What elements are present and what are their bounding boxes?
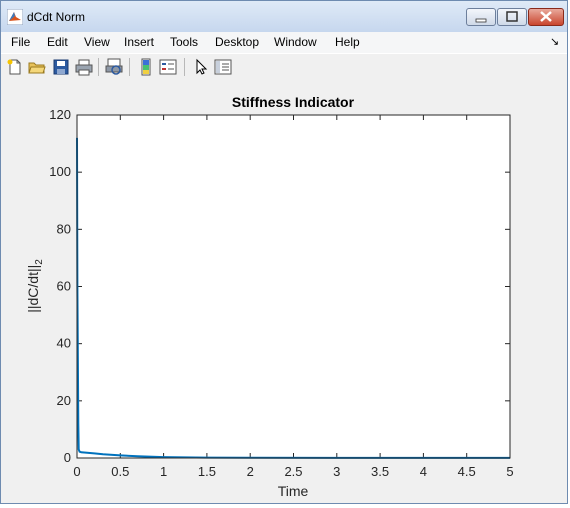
menu-view[interactable]: View [84, 35, 110, 49]
maximize-button[interactable] [497, 8, 527, 26]
y-tick-label: 100 [49, 164, 71, 179]
title-bar[interactable]: dCdt Norm [1, 1, 567, 32]
plot-svg: Stiffness Indicator 0 20 40 60 80 100 120 0 0.5… [25, 94, 514, 499]
close-icon [540, 11, 552, 22]
toolbar-separator [184, 58, 185, 76]
x-tick-label: 1.5 [198, 464, 216, 479]
property-editor-icon[interactable] [214, 58, 232, 76]
figure-window: dCdt Norm File Edit View Insert Tools De… [0, 0, 568, 504]
axes-background[interactable] [77, 115, 510, 458]
x-tick-label: 0.5 [111, 464, 129, 479]
new-figure-icon[interactable] [6, 58, 24, 76]
open-icon[interactable] [28, 58, 46, 76]
chart-title: Stiffness Indicator [232, 94, 355, 110]
y-tick-label: 40 [57, 336, 71, 351]
y-axis-label-subscript: 2 [34, 259, 45, 265]
menu-help[interactable]: Help [335, 35, 360, 49]
y-axis-label-main: ||dC/dt|| [25, 265, 41, 313]
toolbar-separator [129, 58, 130, 76]
menu-window[interactable]: Window [274, 35, 317, 49]
save-icon[interactable] [52, 58, 70, 76]
x-tick-label: 4 [420, 464, 427, 479]
x-tick-label: 4.5 [458, 464, 476, 479]
maximize-icon [506, 11, 518, 22]
window-title: dCdt Norm [27, 10, 86, 24]
toolbar [1, 53, 567, 81]
minimize-icon [475, 18, 487, 23]
matlab-icon [7, 9, 23, 25]
print-preview-icon[interactable] [105, 58, 123, 76]
y-tick-label: 60 [57, 279, 71, 294]
x-tick-label: 3.5 [371, 464, 389, 479]
x-tick-label: 0 [73, 464, 80, 479]
toolbar-separator [98, 58, 99, 76]
y-tick-label: 20 [57, 393, 71, 408]
close-button[interactable] [528, 8, 564, 26]
menu-tools[interactable]: Tools [170, 35, 198, 49]
menu-file[interactable]: File [11, 35, 30, 49]
colorbar-icon[interactable] [137, 58, 155, 76]
x-tick-label: 2 [247, 464, 254, 479]
minimize-button[interactable] [466, 8, 496, 26]
legend-icon[interactable] [159, 58, 177, 76]
x-tick-label: 1 [160, 464, 167, 479]
y-tick-label: 80 [57, 221, 71, 236]
figure-canvas: Stiffness Indicator 0 20 40 60 80 100 120 0 0.5… [1, 80, 567, 503]
x-tick-label: 2.5 [284, 464, 302, 479]
menu-bar: File Edit View Insert Tools Desktop Wind… [1, 32, 567, 53]
y-tick-label: 0 [64, 450, 71, 465]
menu-edit[interactable]: Edit [47, 35, 68, 49]
y-axis-label: ||dC/dt||2 [25, 259, 45, 313]
print-icon[interactable] [75, 58, 93, 76]
x-tick-label: 3 [333, 464, 340, 479]
pointer-icon[interactable] [192, 58, 210, 76]
x-axis-label: Time [278, 483, 309, 499]
menu-insert[interactable]: Insert [124, 35, 154, 49]
menu-desktop[interactable]: Desktop [215, 35, 259, 49]
dock-arrow-icon[interactable]: ↘ [550, 35, 559, 48]
y-tick-label: 120 [49, 107, 71, 122]
x-tick-label: 5 [506, 464, 513, 479]
